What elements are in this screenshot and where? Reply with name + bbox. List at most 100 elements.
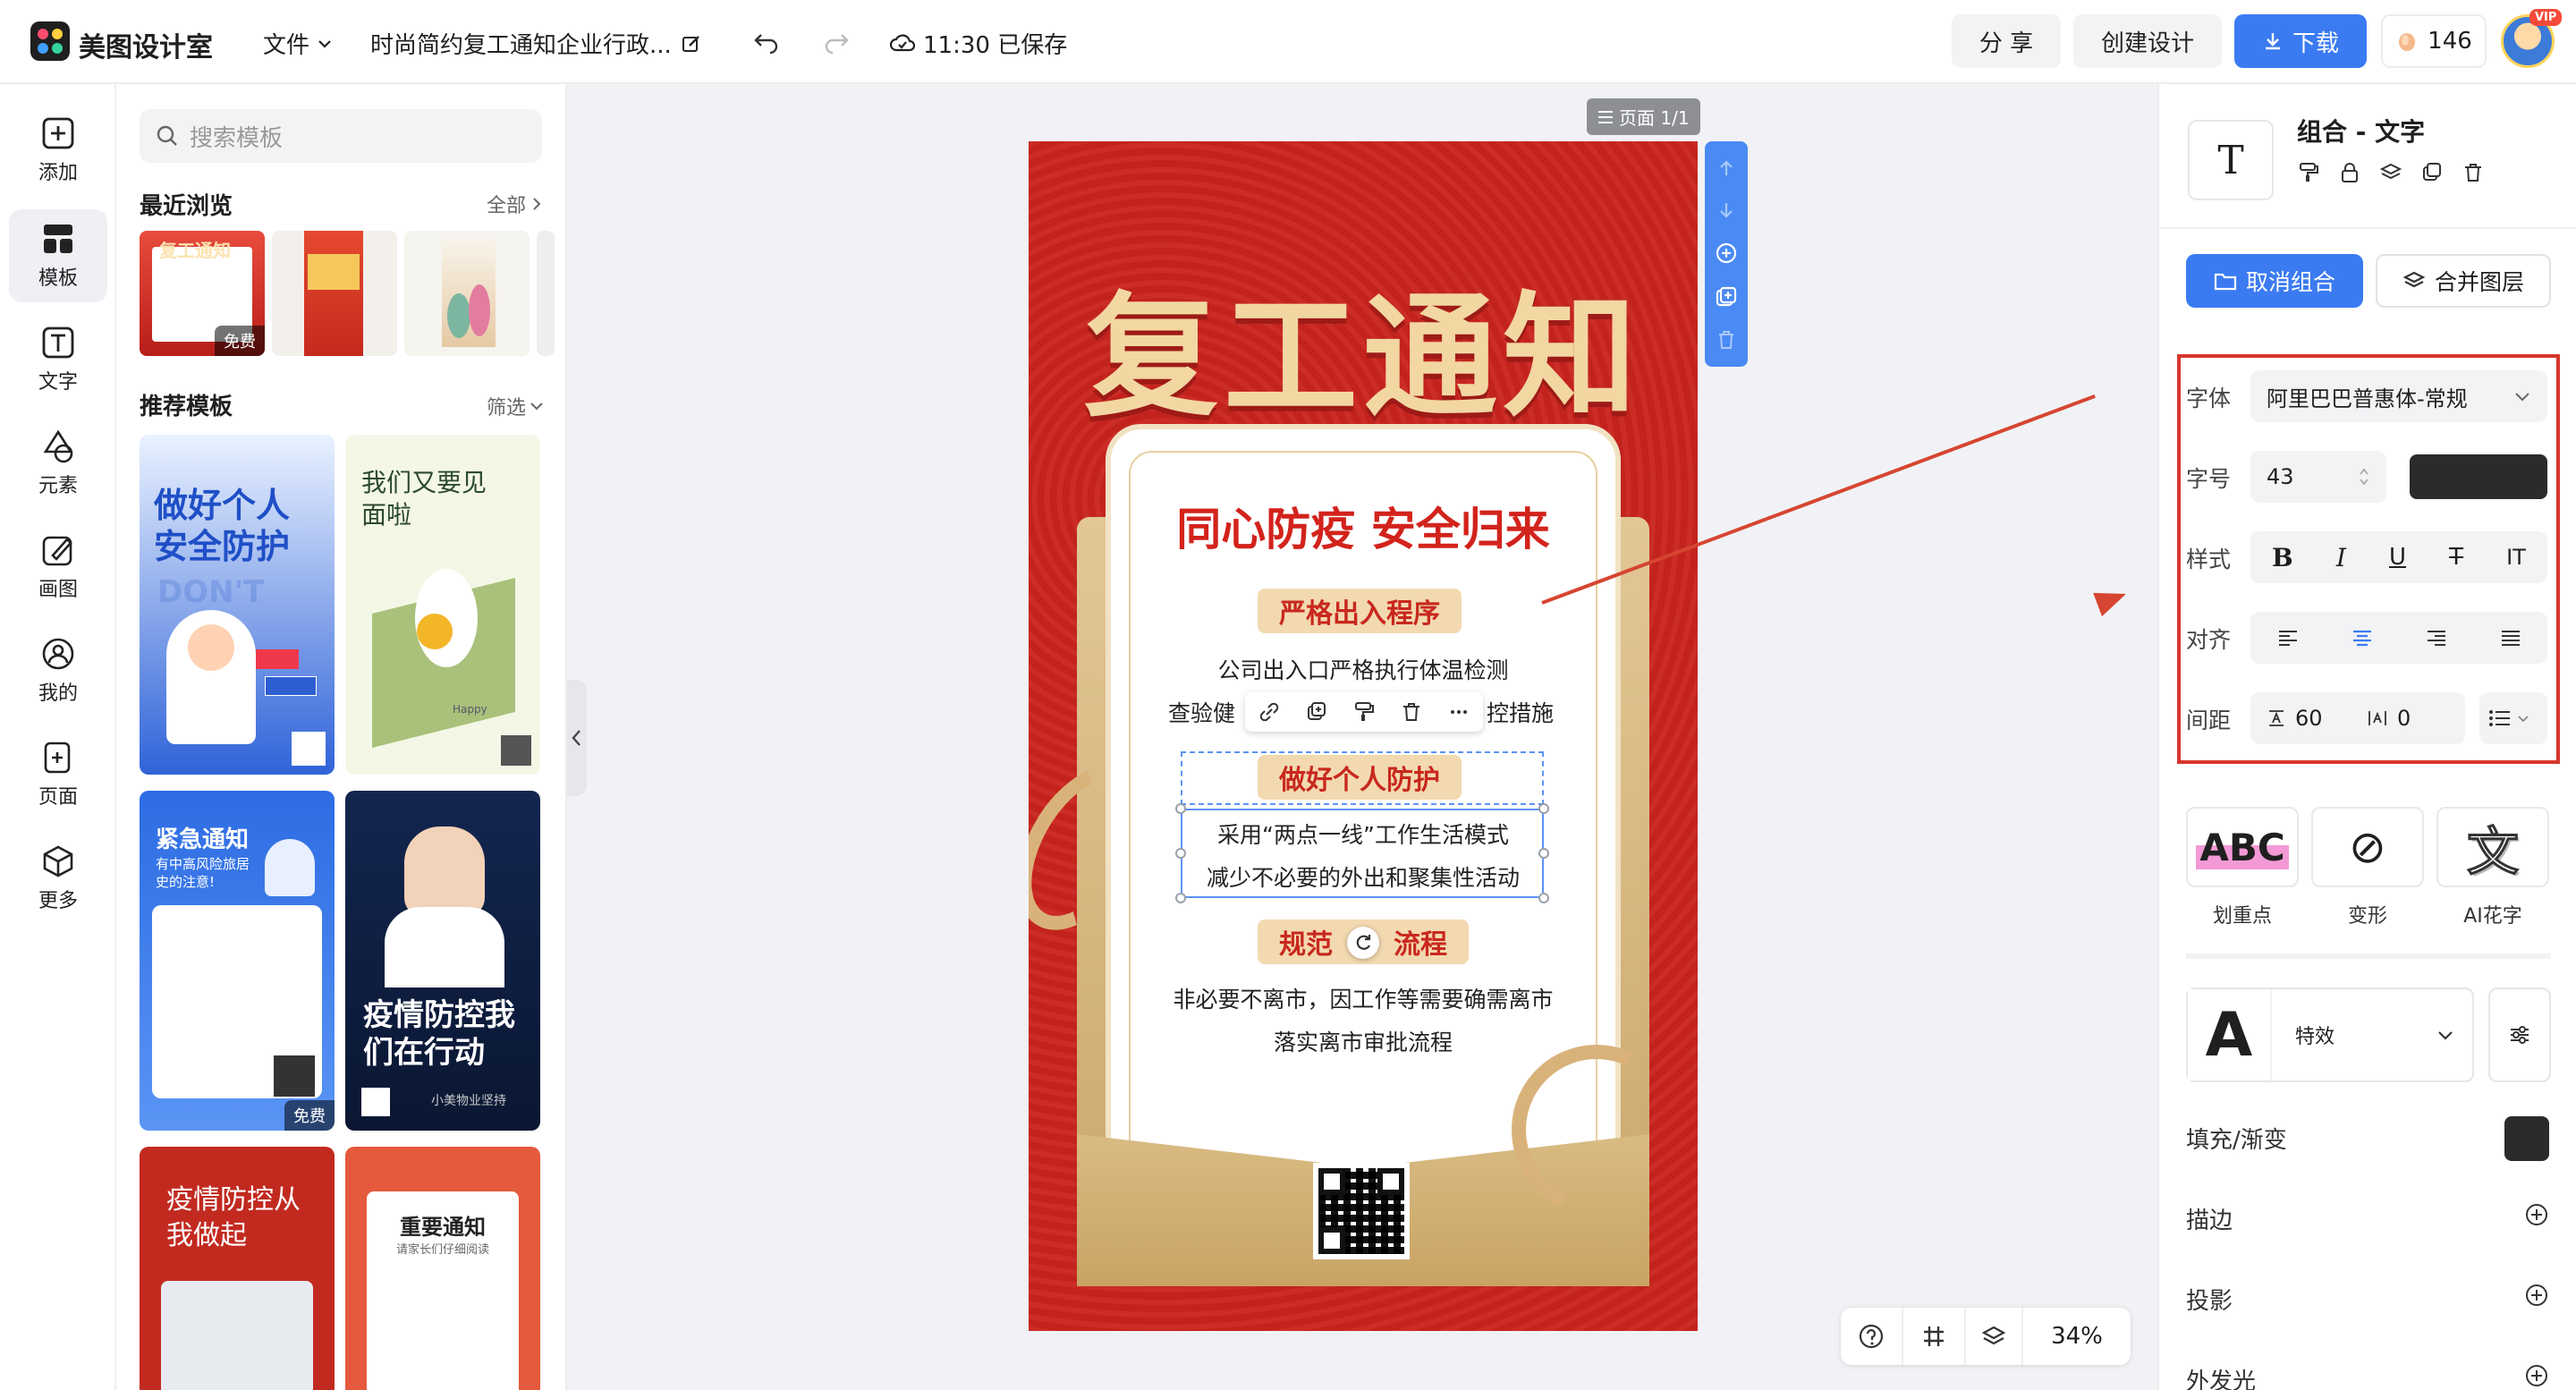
resize-handle[interactable] xyxy=(1175,848,1186,859)
poster-title[interactable]: 复工通知 xyxy=(1029,249,1698,443)
redo-icon[interactable] xyxy=(818,21,855,59)
file-menu[interactable]: 文件 xyxy=(263,27,333,60)
trash-icon[interactable] xyxy=(2462,161,2485,184)
highlight-fx[interactable]: ABC 划重点 xyxy=(2186,807,2299,928)
edit-icon[interactable] xyxy=(681,33,702,55)
section-1-line-1[interactable]: 公司出入口严格执行体温检测 xyxy=(1029,653,1698,685)
add-glow-icon[interactable] xyxy=(2524,1363,2549,1388)
stepper-icon[interactable] xyxy=(2358,466,2370,487)
document-title[interactable]: 时尚简约复工通知企业行政... xyxy=(370,27,702,60)
template-card[interactable]: 疫情防控我们在行动 小美物业坚持 xyxy=(345,791,540,1131)
underline-button[interactable]: U xyxy=(2389,544,2406,571)
recent-template-2[interactable] xyxy=(272,231,397,356)
duplicate-page-icon[interactable] xyxy=(1715,285,1738,309)
trash-icon[interactable] xyxy=(1400,700,1423,724)
format-painter-icon[interactable] xyxy=(2297,161,2320,184)
ai-art-text-fx[interactable]: 文 AI花字 xyxy=(2436,807,2549,928)
nav-text[interactable]: 文字 xyxy=(9,313,107,406)
line-spacing-value[interactable]: 60 xyxy=(2295,706,2358,731)
section-1-line-2b[interactable]: 控措施 xyxy=(1487,696,1576,728)
transform-fx-label: 变形 xyxy=(2347,905,2387,928)
nav-pages[interactable]: 页面 xyxy=(9,728,107,821)
qr-code[interactable] xyxy=(1313,1163,1410,1259)
create-design-button[interactable]: 创建设计 xyxy=(2073,14,2222,68)
template-card[interactable]: 紧急通知 有中高风险旅居史的注意! 免费 xyxy=(140,791,335,1131)
nav-elements[interactable]: 元素 xyxy=(9,417,107,510)
text-color-swatch[interactable] xyxy=(2410,454,2547,499)
delete-page-icon[interactable] xyxy=(1716,329,1737,351)
copy-icon[interactable] xyxy=(1305,700,1328,724)
layers-icon[interactable] xyxy=(2379,161,2402,184)
ungroup-button[interactable]: 取消组合 xyxy=(2186,254,2363,308)
effect-settings-button[interactable] xyxy=(2488,987,2551,1082)
recent-template-4[interactable] xyxy=(537,231,555,356)
lock-icon[interactable] xyxy=(2338,161,2361,184)
add-page-icon[interactable] xyxy=(1715,242,1738,265)
selection-group-box[interactable] xyxy=(1181,751,1544,805)
section-heading-1[interactable]: 严格出入程序 xyxy=(1258,589,1462,633)
resize-handle[interactable] xyxy=(1538,893,1549,903)
section-3-line-1[interactable]: 非必要不离市，因工作等需要确需离市 xyxy=(1029,982,1698,1014)
vertical-text-button[interactable]: IT xyxy=(2506,545,2526,570)
format-painter-icon[interactable] xyxy=(1352,700,1376,724)
merge-layers-button[interactable]: 合并图层 xyxy=(2376,254,2551,308)
nav-more[interactable]: 更多 xyxy=(9,832,107,925)
poster-canvas[interactable]: 复工通知 同心防疫 安全归来 严格出入程序 公司出入口严格执行体温检测 查验健 … xyxy=(1029,141,1698,1331)
recent-template-1[interactable]: 复工通知 免费 xyxy=(140,231,265,356)
move-down-icon[interactable] xyxy=(1716,199,1737,221)
text-effect-select[interactable]: A 特效 xyxy=(2186,987,2474,1082)
italic-button[interactable]: I xyxy=(2336,543,2346,572)
zoom-level[interactable]: 34% xyxy=(2023,1323,2131,1350)
search-input[interactable]: 搜索模板 xyxy=(140,109,542,163)
letter-spacing-value[interactable]: 0 xyxy=(2397,706,2411,731)
fill-color-swatch[interactable] xyxy=(2504,1116,2549,1161)
add-stroke-icon[interactable] xyxy=(2524,1202,2549,1227)
template-card[interactable]: 重要通知 请家长们仔细阅读 xyxy=(345,1147,540,1390)
template-card[interactable]: 做好个人安全防护 DON'T xyxy=(140,435,335,775)
align-right-icon[interactable] xyxy=(2425,627,2448,648)
recent-template-3[interactable] xyxy=(404,231,530,356)
copy-icon[interactable] xyxy=(2420,161,2444,184)
align-left-icon[interactable] xyxy=(2276,627,2300,648)
strikethrough-button[interactable]: T xyxy=(2449,544,2463,571)
share-button[interactable]: 分 享 xyxy=(1952,14,2061,68)
grid-button[interactable] xyxy=(1903,1308,1966,1365)
add-shadow-icon[interactable] xyxy=(2524,1283,2549,1308)
nav-add[interactable]: 添加 xyxy=(9,104,107,197)
collapse-panel-handle[interactable] xyxy=(567,680,587,796)
app-logo-icon[interactable] xyxy=(30,21,70,61)
template-card[interactable]: 我们又要见面啦 Happy xyxy=(345,435,540,775)
list-style-select[interactable] xyxy=(2479,692,2547,744)
resize-handle[interactable] xyxy=(1175,893,1186,903)
help-button[interactable] xyxy=(1841,1308,1903,1365)
link-icon[interactable] xyxy=(1258,700,1281,724)
move-up-icon[interactable] xyxy=(1716,157,1737,179)
resize-handle[interactable] xyxy=(1175,803,1186,814)
resize-handle[interactable] xyxy=(1538,848,1549,859)
chevron-down-icon xyxy=(2518,716,2529,723)
nav-mine[interactable]: 我的 xyxy=(9,624,107,717)
template-card-title: 紧急通知 xyxy=(156,826,250,853)
font-size-input[interactable]: 43 xyxy=(2250,451,2386,503)
font-select[interactable]: 阿里巴巴普惠体-常规 xyxy=(2250,370,2547,422)
filter-button[interactable]: 筛选 xyxy=(487,392,544,420)
download-button[interactable]: 下载 xyxy=(2234,14,2367,68)
align-justify-icon[interactable] xyxy=(2499,627,2522,648)
align-center-icon[interactable] xyxy=(2351,627,2374,648)
undo-icon[interactable] xyxy=(748,21,785,59)
nav-draw[interactable]: 画图 xyxy=(9,521,107,614)
template-card[interactable]: 疫情防控从我做起 xyxy=(140,1147,335,1390)
credits-button[interactable]: 146 xyxy=(2381,14,2487,68)
recent-more-link[interactable]: 全部 xyxy=(487,190,544,218)
nav-templates[interactable]: 模板 xyxy=(9,209,107,302)
layers-button[interactable] xyxy=(1966,1308,2023,1365)
selection-text-box[interactable] xyxy=(1181,809,1544,898)
resize-handle[interactable] xyxy=(1538,803,1549,814)
more-icon[interactable] xyxy=(1447,700,1470,724)
transform-fx[interactable]: ⊘ 变形 xyxy=(2311,807,2424,928)
section-1-line-2a[interactable]: 查验健 xyxy=(1168,696,1258,728)
page-indicator[interactable]: 页面 1/1 xyxy=(1587,98,1700,135)
bold-button[interactable]: B xyxy=(2272,543,2293,572)
rotate-handle[interactable] xyxy=(1347,927,1379,959)
poster-slogan[interactable]: 同心防疫 安全归来 xyxy=(1029,494,1698,558)
